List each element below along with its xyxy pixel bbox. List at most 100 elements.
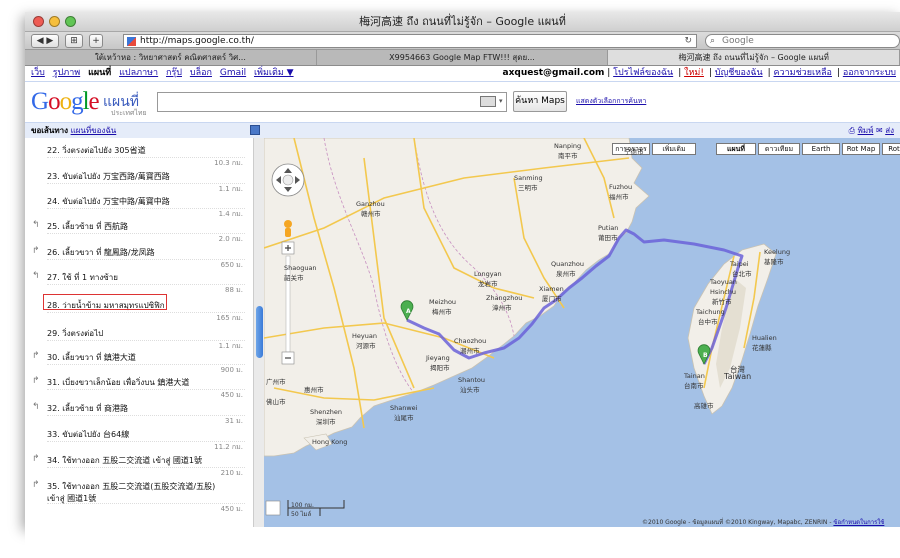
- title-bar: 梅河高速 ถึง ถนนที่ไม่รู้จัก – Google แผนที่: [25, 12, 900, 32]
- label-shantou-cn: 汕头市: [460, 386, 480, 394]
- step-text: 34. ใช้ทางออก 五股二交流道 เข้าสู่ 國道1號: [47, 456, 203, 465]
- label-sanming: Sanming: [514, 174, 543, 182]
- step-distance: 2.0 กม.: [218, 235, 243, 243]
- browser-search-placeholder: Google: [722, 36, 754, 46]
- marker-a-label: A: [406, 308, 411, 315]
- direction-step[interactable]: 23. ขับต่อไปยัง 万宝西路/萬寶西路 1.1 กม.: [25, 170, 253, 194]
- print-icon: ⎙: [848, 126, 856, 135]
- step-distance: 900 ม.: [220, 366, 243, 374]
- direction-step[interactable]: ↱ 26. เลี้ยวขวา ที่ 龍鳳路/龙凤路 650 ม.: [25, 246, 253, 270]
- step-text: 26. เลี้ยวขวา ที่ 龍鳳路/龙凤路: [47, 248, 155, 257]
- scroll-thumb[interactable]: [256, 306, 263, 358]
- step-distance: 11.2 กม.: [214, 443, 243, 451]
- step-distance: 31 ม.: [225, 417, 243, 425]
- google-logo[interactable]: Google: [31, 88, 100, 116]
- search-options-link[interactable]: แสดงตัวเลือกการค้นหา: [576, 96, 646, 107]
- step-text: 22. วิ่งตรงต่อไปยัง 305省道: [47, 146, 146, 155]
- tab-2[interactable]: X9954663 Google Map FTW!!! สุดย...: [317, 50, 609, 65]
- collapse-panel-icon[interactable]: [250, 125, 260, 135]
- step-text: 29. วิ่งตรงต่อไป: [47, 329, 104, 338]
- tab-3-active[interactable]: 梅河高速 ถึง ถนนที่ไม่รู้จัก – Google แผนที่: [608, 50, 900, 65]
- close-window-button[interactable]: [33, 16, 44, 27]
- direction-step[interactable]: 33. ขับต่อไปยัง 台64線 11.2 กม.: [25, 428, 253, 452]
- label-huizhou: 惠州市: [304, 386, 324, 394]
- desktop-margin: [0, 0, 25, 558]
- direction-step[interactable]: ↰ 27. ใช้ ที่ 1 ทางซ้าย 88 ม.: [25, 271, 253, 295]
- direction-step[interactable]: 22. วิ่งตรงต่อไปยัง 305省道 10.3 กม.: [25, 144, 253, 168]
- label-chaozhou-cn: 潮州市: [460, 347, 480, 355]
- label-shenzhen-cn: 深圳市: [316, 418, 336, 426]
- map-button-rotmap[interactable]: Rot Map: [842, 143, 880, 155]
- gbar-more-link[interactable]: เพิ่มเติม ▼: [254, 68, 294, 78]
- direction-step[interactable]: 24. ขับต่อไปยัง 万宝中路/萬寶中路 1.4 กม.: [25, 195, 253, 219]
- gbar-gmail-link[interactable]: Gmail: [220, 68, 246, 78]
- copyright-text: ©2010 Google - ข้อมูลแผนที่ ©2010 Kingwa…: [642, 519, 832, 526]
- gbar-groups-link[interactable]: กรุ๊ป: [166, 68, 182, 78]
- send-link[interactable]: ส่ง: [885, 126, 894, 135]
- direction-step[interactable]: 29. วิ่งตรงต่อไป 1.1 กม.: [25, 327, 253, 351]
- new-link[interactable]: ใหม่!: [684, 68, 704, 78]
- add-bookmark-button[interactable]: +: [89, 34, 103, 48]
- panel-scrollbar[interactable]: [253, 138, 264, 527]
- label-taipei-cn: 台北市: [732, 270, 752, 278]
- keyboard-icon[interactable]: [480, 96, 496, 107]
- direction-step[interactable]: ↱ 31. เบี่ยงขวาเล็กน้อย เพื่อวิ่งบน 鎮港大道 4…: [25, 376, 253, 400]
- label-heyuan-cn: 河源市: [356, 342, 376, 350]
- label-tainan-cn: 台南市: [684, 382, 704, 390]
- keyboard-dropdown-icon[interactable]: ▾: [499, 97, 503, 105]
- browser-search-field[interactable]: ⌕ Google: [705, 34, 900, 48]
- label-meizhou-cn: 梅州市: [432, 308, 452, 316]
- my-account-link[interactable]: บัญชีของฉัน: [715, 68, 763, 78]
- step-text: 31. เบี่ยงขวาเล็กน้อย เพื่อวิ่งบน 鎮港大道: [47, 378, 190, 387]
- label-fuzhou-cn: 福州市: [609, 193, 629, 201]
- address-url: http://maps.google.co.th/: [140, 36, 254, 46]
- map-button-map[interactable]: แผนที่: [716, 143, 756, 155]
- back-forward-buttons[interactable]: ◀ ▶: [31, 34, 59, 48]
- step-distance: 10.3 กม.: [214, 159, 243, 167]
- label-taipei: Taipei: [730, 260, 749, 268]
- gbar-blogger-link[interactable]: บล็อก: [190, 68, 212, 78]
- label-tainan: Tainan: [684, 372, 705, 380]
- gbar-maps-current: แผนที่: [88, 68, 112, 78]
- map-button-earth[interactable]: Earth: [802, 143, 840, 155]
- step-separator: [47, 233, 245, 234]
- search-maps-button[interactable]: ค้นหา Maps: [513, 91, 567, 112]
- step-distance: 165 กม.: [216, 314, 243, 322]
- label-hsinchu: Hsinchu: [710, 288, 737, 296]
- turn-right-icon: ↱: [32, 376, 40, 386]
- step-text: 32. เลี้ยวซ้าย ที่ 商港路: [47, 404, 129, 413]
- browser-toolbar: ◀ ▶ ⊞ + http://maps.google.co.th/ ↻ ⌕ Go…: [25, 32, 900, 50]
- direction-step[interactable]: ↰ 25. เลี้ยวซ้าย ที่ 西航路 2.0 กม.: [25, 220, 253, 244]
- desktop-bottom: [25, 527, 900, 558]
- profile-link[interactable]: โปรไฟล์ของฉัน: [613, 68, 673, 78]
- direction-step[interactable]: ↱ 30. เลี้ยวขวา ที่ 鎮港大道 900 ม.: [25, 351, 253, 375]
- step-separator: [47, 183, 245, 184]
- map-button-more[interactable]: เพิ่มเติม: [652, 143, 696, 155]
- address-bar[interactable]: http://maps.google.co.th/ ↻: [123, 34, 697, 48]
- turn-left-icon: ↰: [32, 402, 40, 412]
- bookmarks-grid-button[interactable]: ⊞: [65, 34, 83, 48]
- label-shantou: Shantou: [458, 376, 485, 384]
- gbar-translate-link[interactable]: แปลภาษา: [119, 68, 158, 78]
- step-separator: [47, 389, 245, 390]
- tab-1[interactable]: ใต้เหว้าหอ : วิทยาศาสตร์ คณิตศาสตร์ วิศ.…: [25, 50, 317, 65]
- gbar-web-link[interactable]: เว็บ: [31, 68, 45, 78]
- zoom-window-button[interactable]: [65, 16, 76, 27]
- maps-search-input[interactable]: [157, 92, 507, 112]
- label-zhangzhou-cn: 漳州市: [492, 304, 512, 312]
- sign-out-link[interactable]: ออกจากระบบ: [843, 68, 896, 78]
- print-link[interactable]: พิมพ์: [858, 126, 874, 135]
- map-button-satellite[interactable]: ดาวเทียม: [758, 143, 800, 155]
- direction-step[interactable]: ↰ 32. เลี้ยวซ้าย ที่ 商港路 31 ม.: [25, 402, 253, 426]
- help-link[interactable]: ความช่วยเหลือ: [774, 68, 832, 78]
- map-view[interactable]: การจราจร เพิ่มเติม แผนที่ ดาวเทียม Earth…: [264, 138, 900, 527]
- direction-step[interactable]: ↱ 34. ใช้ทางออก 五股二交流道 เข้าสู่ 國道1號 210 ม.: [25, 454, 253, 478]
- gbar-images-link[interactable]: รูปภาพ: [53, 68, 80, 78]
- label-foshan: 佛山市: [266, 398, 286, 406]
- reload-icon[interactable]: ↻: [684, 35, 692, 47]
- my-maps-link[interactable]: แผนที่ของฉัน: [71, 126, 117, 135]
- direction-step[interactable]: ↱ 35. ใช้ทางออก 五股二交流道(五股交流道/五股) เข้าสู่ 國…: [25, 480, 253, 513]
- minimize-window-button[interactable]: [49, 16, 60, 27]
- terms-link[interactable]: ข้อกำหนดในการใช้: [833, 519, 884, 526]
- map-button-rot[interactable]: Rot: [882, 143, 900, 155]
